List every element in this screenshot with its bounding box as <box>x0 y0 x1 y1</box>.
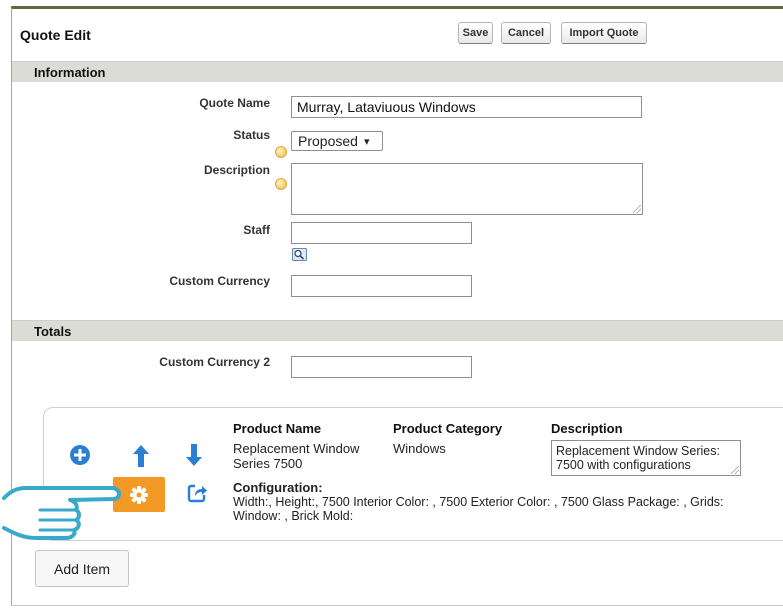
arrow-up-icon[interactable] <box>131 444 151 468</box>
arrow-down-icon[interactable] <box>184 443 204 467</box>
information-section-header: Information <box>12 61 783 82</box>
cancel-button[interactable]: Cancel <box>501 22 551 44</box>
configuration-title: Configuration: <box>233 480 323 495</box>
chevron-down-icon: ▾ <box>363 135 370 148</box>
page-title: Quote Edit <box>20 27 91 43</box>
product-name-cell: Replacement Window Series 7500 <box>233 441 359 471</box>
custom-currency-input[interactable] <box>291 275 472 297</box>
quote-name-input[interactable]: Murray, Lataviuous Windows <box>291 96 642 118</box>
add-item-button[interactable]: Add Item <box>35 550 129 587</box>
description-textarea[interactable] <box>291 163 643 215</box>
import-quote-button[interactable]: Import Quote <box>561 22 647 44</box>
line-item-description-textarea[interactable]: Replacement Window Series: 7500 with con… <box>551 440 741 476</box>
product-category-header: Product Category <box>393 421 503 436</box>
totals-section-header: Totals <box>12 320 783 341</box>
staff-label: Staff <box>243 223 270 237</box>
description-line-2: 7500 with configurations <box>556 458 691 472</box>
resize-handle-icon[interactable] <box>731 466 739 474</box>
product-name-line-2: Series 7500 <box>233 456 303 471</box>
product-name-line-1: Replacement Window <box>233 441 360 456</box>
status-selected-value: Proposed <box>298 133 358 149</box>
status-help-icon[interactable] <box>275 146 287 158</box>
lookup-magnifier-icon[interactable] <box>292 248 307 261</box>
resize-handle-icon[interactable] <box>633 205 641 213</box>
custom-currency-2-label: Custom Currency 2 <box>159 355 270 369</box>
custom-currency-2-input[interactable] <box>291 356 472 378</box>
description-line-1: Replacement Window Series: <box>556 444 720 458</box>
staff-input[interactable] <box>291 222 472 244</box>
description-label: Description <box>203 163 270 177</box>
description-help-icon[interactable] <box>275 178 287 190</box>
status-label: Status <box>233 128 270 142</box>
status-select[interactable]: Proposed ▾ <box>291 131 383 151</box>
save-button[interactable]: Save <box>458 22 493 44</box>
share-icon[interactable] <box>186 482 208 504</box>
pointer-hand-icon <box>2 486 121 540</box>
description-header: Description <box>551 421 623 436</box>
custom-currency-label: Custom Currency <box>169 274 270 288</box>
configuration-text: Width:, Height:, 7500 Interior Color: , … <box>233 495 724 523</box>
product-category-cell: Windows <box>393 441 446 456</box>
product-name-header: Product Name <box>233 421 322 436</box>
quote-name-label: Quote Name <box>199 96 270 110</box>
plus-circle-icon[interactable] <box>69 444 91 466</box>
